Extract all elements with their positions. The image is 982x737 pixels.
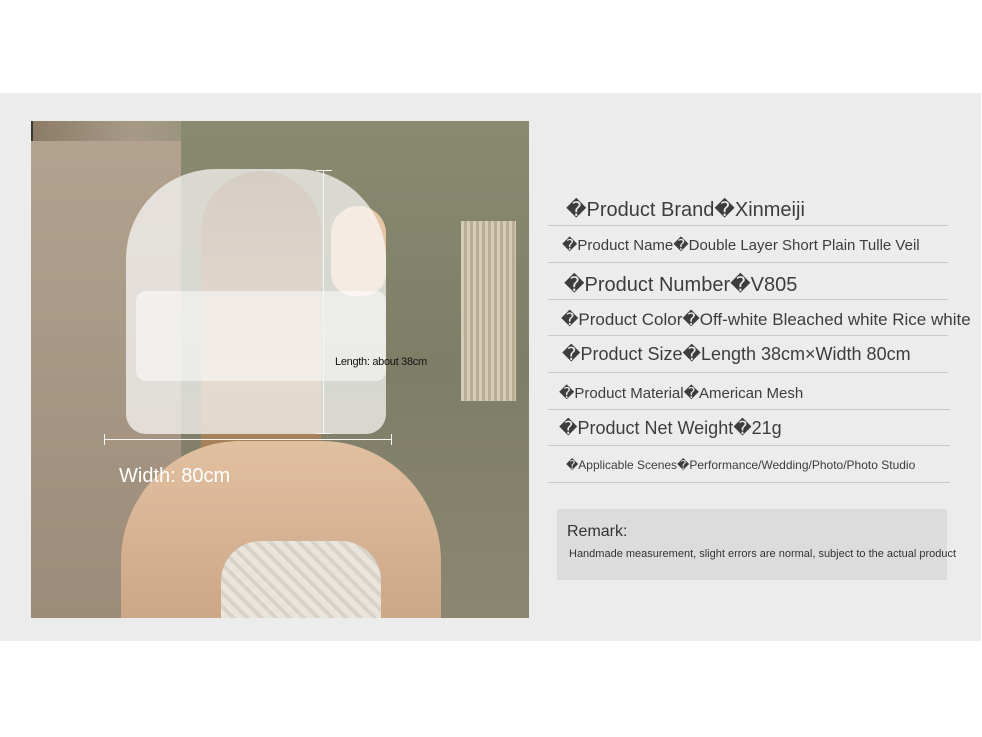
spec-material: �Product Material�American Mesh [559,385,804,402]
divider [548,225,948,226]
spec-name: �Product Name�Double Layer Short Plain T… [562,237,920,254]
divider [548,445,950,446]
spec-color: �Product Color�Off-white Bleached white … [561,310,971,329]
width-measure-line [104,439,392,440]
length-label: Length: about 38cm [335,356,427,368]
divider [548,335,948,336]
divider [548,409,950,410]
remark-text: Handmade measurement, slight errors are … [569,548,957,560]
spec-scenes: �Applicable Scenes�Performance/Wedding/P… [566,458,916,472]
remark-title: Remark: [567,523,628,540]
spec-size: �Product Size�Length 38cm×Width 80cm [562,344,911,364]
width-label: Width: 80cm [119,465,231,487]
length-measure-line [323,170,324,433]
veil-model-photo: Length: about 38cm Width: 80cm [31,121,529,618]
spec-brand: �Product Brand�Xinmeiji [566,199,805,221]
spec-number: �Product Number�V805 [564,274,798,296]
divider [548,372,948,373]
remark-box: Remark: Handmade measurement, slight err… [557,509,956,580]
divider [548,299,948,300]
divider [548,482,950,483]
divider [548,262,948,263]
spec-weight: �Product Net Weight�21g [559,418,782,438]
